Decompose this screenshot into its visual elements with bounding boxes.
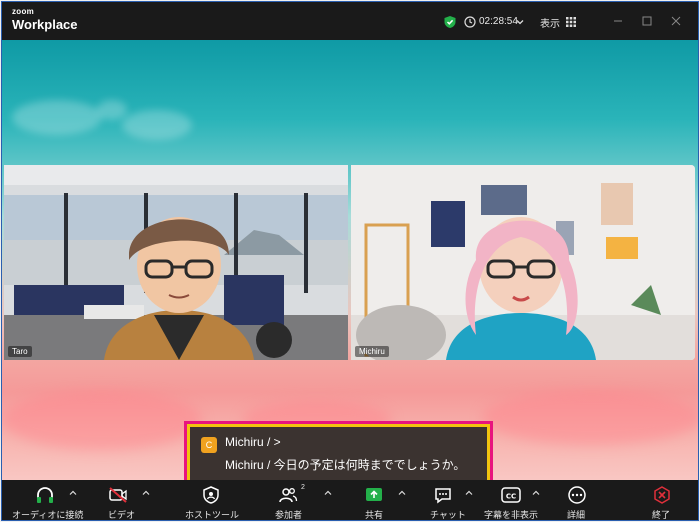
video-tile-taro[interactable]: Taro	[4, 165, 348, 360]
chevron-up-icon[interactable]	[532, 489, 540, 497]
close-icon[interactable]	[670, 15, 682, 27]
chevron-up-icon[interactable]	[142, 489, 150, 497]
caption-line-2: Michiru / 今日の予定は何時まででしょうか。	[225, 458, 466, 472]
end-label: 終了	[652, 510, 671, 520]
video-off-icon	[109, 487, 127, 503]
audio-button[interactable]: オーディオに接続	[12, 480, 84, 520]
video-label: ビデオ	[108, 510, 136, 520]
more-dots-icon	[568, 486, 586, 504]
caption-avatar: C	[201, 437, 217, 453]
participants-label: 参加者	[275, 510, 303, 520]
svg-text:CC: CC	[506, 493, 516, 501]
michiru-video	[351, 165, 695, 360]
more-label: 詳細	[567, 510, 586, 520]
host-tools-label: ホストツール	[185, 510, 240, 520]
meeting-timer[interactable]: 02:28:54	[479, 16, 518, 27]
video-button[interactable]: ビデオ	[102, 480, 152, 520]
brand-big: Workplace	[12, 17, 78, 32]
chevron-up-icon[interactable]	[465, 489, 473, 497]
chat-label: チャット	[430, 510, 466, 520]
audio-label: オーディオに接続	[12, 510, 84, 520]
title-bar: zoom Workplace 02:28:54 表示	[2, 2, 698, 40]
chat-bubble-icon	[435, 488, 451, 504]
caption-line-1: Michiru / >	[225, 435, 281, 449]
more-button[interactable]: 詳細	[562, 480, 592, 520]
participants-icon	[279, 488, 298, 503]
end-button[interactable]: 終了	[647, 480, 677, 520]
minimize-icon[interactable]	[612, 15, 624, 27]
participants-button[interactable]: 2 参加者	[270, 480, 335, 520]
chevron-up-icon[interactable]	[398, 489, 406, 497]
view-button[interactable]: 表示	[540, 15, 560, 30]
shield-icon	[203, 486, 219, 504]
end-meeting-icon	[654, 486, 670, 504]
grid-icon[interactable]	[566, 17, 576, 27]
host-tools-button[interactable]: ホストツール	[185, 480, 240, 520]
brand-small: zoom	[12, 7, 35, 16]
headphones-icon	[37, 487, 53, 503]
meeting-toolbar: オーディオに接続 ビデオ ホストツール 2 参加者 共有 チャット CC 字幕を…	[2, 480, 698, 520]
chevron-up-icon[interactable]	[69, 489, 77, 497]
video-tile-michiru[interactable]: Michiru	[351, 165, 695, 360]
zoom-window: zoom Workplace 02:28:54 表示 Taro Michiru …	[1, 1, 699, 521]
captions-label: 字幕を非表示	[484, 510, 539, 520]
chevron-up-icon[interactable]	[324, 489, 332, 497]
chevron-down-icon[interactable]	[515, 17, 525, 27]
share-label: 共有	[365, 510, 384, 520]
share-button[interactable]: 共有	[360, 480, 410, 520]
clock-icon	[464, 16, 476, 28]
meeting-stage: Taro Michiru	[2, 40, 698, 480]
captions-button[interactable]: CC 字幕を非表示	[482, 480, 544, 520]
share-screen-icon	[366, 488, 382, 501]
participants-count: 2	[301, 484, 305, 491]
chat-button[interactable]: チャット	[430, 480, 480, 520]
participant-name: Taro	[8, 346, 32, 357]
maximize-icon[interactable]	[641, 15, 653, 27]
taro-video	[4, 165, 348, 360]
participant-name: Michiru	[355, 346, 389, 357]
cc-icon: CC	[501, 487, 521, 503]
shield-check-icon[interactable]	[443, 15, 457, 29]
app-logo: zoom Workplace	[12, 7, 78, 32]
